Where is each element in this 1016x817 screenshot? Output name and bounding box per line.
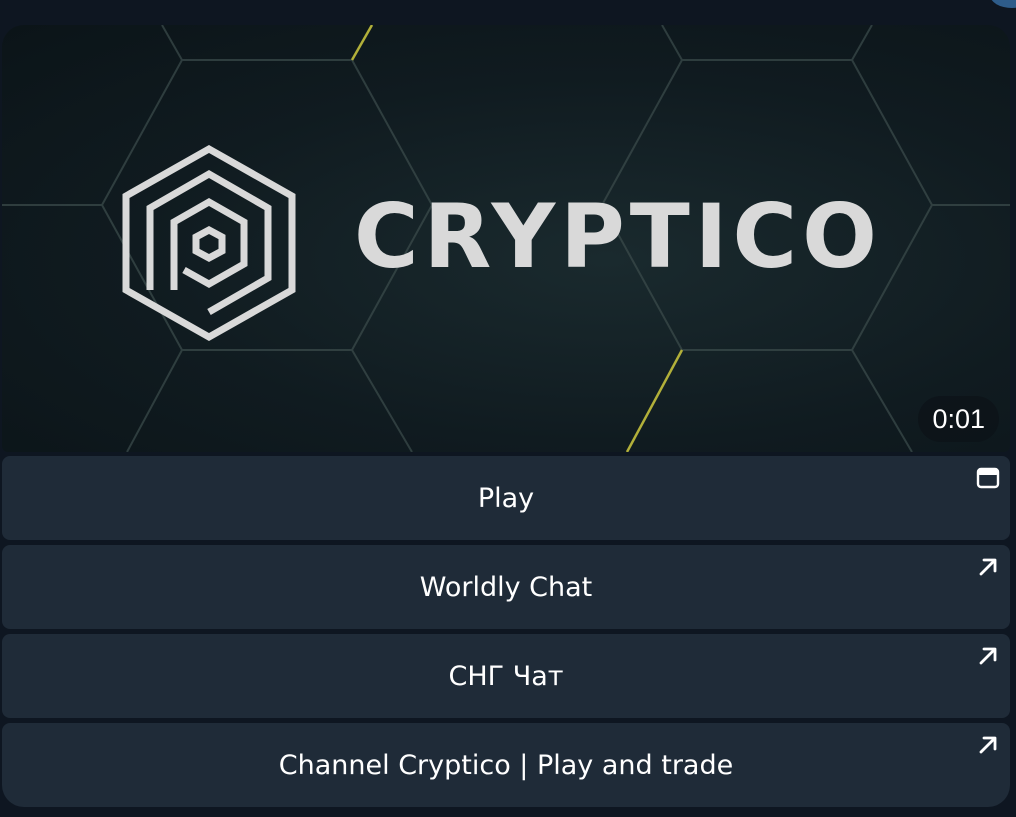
brand-title: CRYPTICO bbox=[354, 185, 882, 288]
cryptico-logo-icon bbox=[122, 145, 296, 341]
worldly-chat-button[interactable]: Worldly Chat bbox=[2, 545, 1010, 629]
play-button[interactable]: Play bbox=[2, 456, 1010, 540]
inline-keyboard: Play Worldly Chat СНГ Чат Channel Crypti… bbox=[2, 456, 1010, 807]
avatar-corner bbox=[990, 0, 1016, 8]
cis-chat-button[interactable]: СНГ Чат bbox=[2, 634, 1010, 718]
channel-cryptico-button-label: Channel Cryptico | Play and trade bbox=[278, 749, 734, 781]
cis-chat-button-label: СНГ Чат bbox=[448, 660, 564, 692]
external-link-arrow-icon bbox=[979, 558, 997, 576]
channel-cryptico-button[interactable]: Channel Cryptico | Play and trade bbox=[2, 723, 1010, 807]
video-message[interactable]: CRYPTICO 0:01 bbox=[2, 25, 1010, 452]
external-link-arrow-icon bbox=[979, 647, 997, 665]
worldly-chat-button-label: Worldly Chat bbox=[419, 571, 593, 603]
web-app-window-icon bbox=[976, 467, 1000, 489]
play-button-label: Play bbox=[477, 482, 535, 514]
external-link-arrow-icon bbox=[979, 736, 997, 754]
video-duration-badge: 0:01 bbox=[918, 396, 999, 442]
